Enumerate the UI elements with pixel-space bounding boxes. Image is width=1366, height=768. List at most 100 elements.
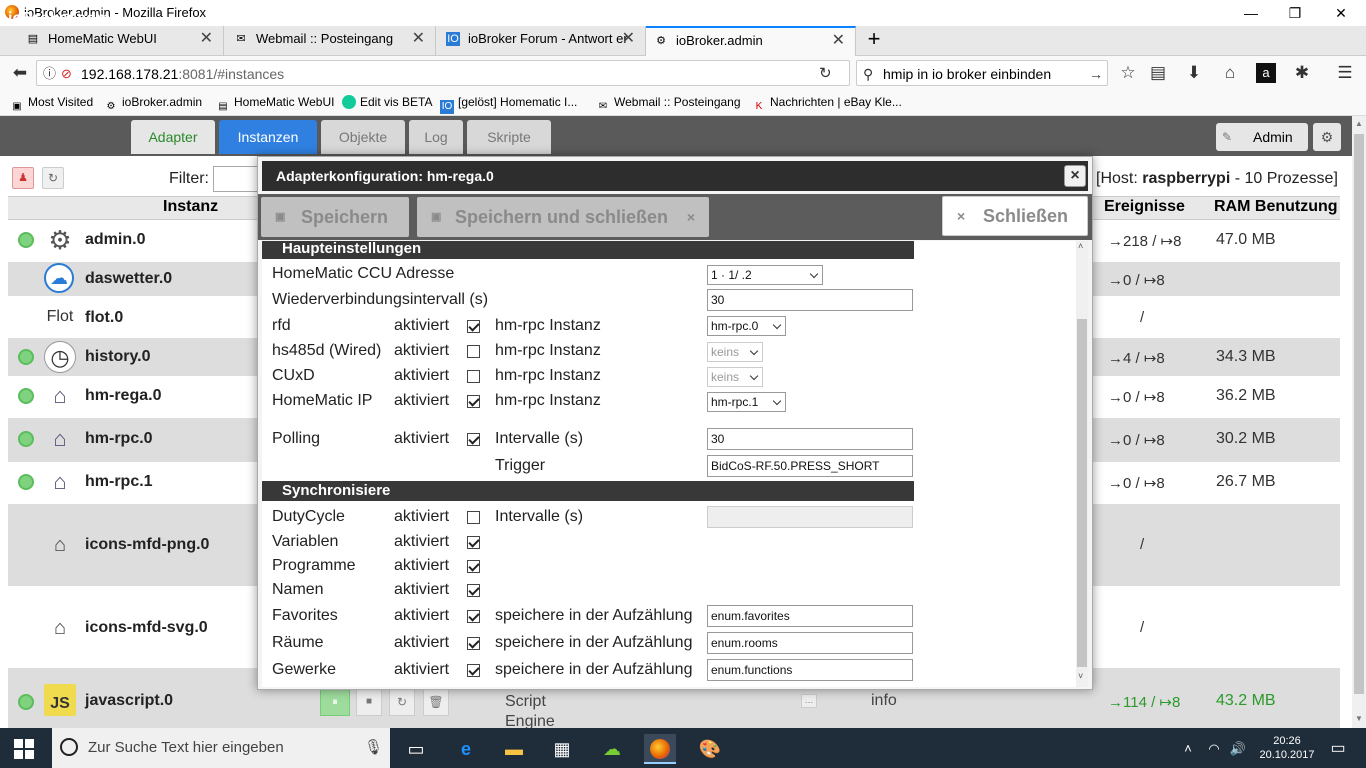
search-bar[interactable]: ⚲ hmip in io broker einbinden → <box>856 60 1108 86</box>
bookmark-most-visited[interactable]: ▣ Most Visited <box>10 95 93 114</box>
windows-start-icon[interactable] <box>14 739 34 759</box>
close-icon[interactable]: × <box>1064 165 1086 187</box>
close-tab-icon[interactable]: ✕ <box>832 28 845 54</box>
homematic-ip-checkbox[interactable] <box>467 395 480 408</box>
download-icon[interactable]: ⬇ <box>1184 63 1204 83</box>
page-icon: ▤ <box>218 101 228 112</box>
volume-icon[interactable]: 🔊 <box>1222 734 1254 764</box>
store-icon[interactable]: ▦ <box>546 734 578 764</box>
filter-input[interactable] <box>213 166 259 192</box>
stop-button[interactable]: ■ <box>356 688 382 716</box>
more-button[interactable]: … <box>801 694 817 708</box>
close-tab-icon[interactable]: ✕ <box>200 26 213 52</box>
tab-iobroker-admin[interactable]: ⚙ ioBroker.admin ✕ <box>646 26 856 56</box>
polling-interval-input[interactable]: 30 <box>707 428 913 450</box>
delete-button[interactable]: 🗑 <box>423 688 449 716</box>
refresh-button[interactable]: ↻ <box>42 167 64 189</box>
restart-button[interactable]: ↻ <box>389 688 415 716</box>
cuxd-checkbox[interactable] <box>467 370 480 383</box>
app-icon[interactable]: ☁ <box>596 734 628 764</box>
reading-list-icon[interactable]: ▤ <box>1148 63 1168 83</box>
programme-checkbox[interactable] <box>467 560 480 573</box>
edge-icon[interactable]: e <box>450 734 482 764</box>
minimize-button[interactable]: — <box>1236 3 1266 23</box>
gewerke-checkbox[interactable] <box>467 664 480 677</box>
new-tab-icon[interactable]: + <box>862 26 886 54</box>
tab-homematic[interactable]: ▤ HomeMatic WebUI ✕ <box>2 26 224 56</box>
search-icon <box>60 738 78 756</box>
paint-icon[interactable]: 🎨 <box>694 734 726 764</box>
admin-user-button[interactable]: ✎ Admin <box>1216 123 1308 151</box>
tab-skripte[interactable]: Skripte <box>467 120 551 154</box>
instance-title: Script Engine <box>505 693 555 730</box>
bookmark-star-icon[interactable]: ☆ <box>1118 63 1138 83</box>
dialog-scrollbar[interactable]: ˄ ˅ <box>1076 241 1088 687</box>
close-tab-icon[interactable]: ✕ <box>622 26 635 52</box>
bookmark-homematic[interactable]: ▤ HomeMatic WebUI <box>216 95 334 114</box>
extension-icon[interactable]: ✱ <box>1292 63 1312 83</box>
info-icon[interactable]: ⓘ <box>43 64 56 84</box>
polling-checkbox[interactable] <box>467 433 480 446</box>
microphone-icon[interactable]: 🎙 <box>364 728 383 768</box>
close-window-button[interactable]: ✕ <box>1326 3 1356 23</box>
amazon-icon[interactable]: a <box>1256 63 1276 83</box>
status-led <box>18 694 34 710</box>
favorites-input[interactable]: enum.favorites <box>707 605 913 627</box>
raeume-checkbox[interactable] <box>467 637 480 650</box>
instance-events: →0 / ↦8 <box>1108 389 1165 406</box>
pause-button[interactable]: ⏸ <box>320 688 350 716</box>
firefox-taskbar-icon[interactable] <box>644 734 676 764</box>
task-view-icon[interactable]: ▭ <box>400 734 432 764</box>
close-tab-icon[interactable]: ✕ <box>412 26 425 52</box>
taskbar-search-input[interactable]: Zur Suche Text hier eingeben 🎙 <box>52 728 390 768</box>
tab-instanzen[interactable]: Instanzen <box>219 120 317 154</box>
tab-objekte[interactable]: Objekte <box>321 120 405 154</box>
tab-forum[interactable]: IO ioBroker Forum - Antwort er ✕ <box>436 26 646 56</box>
trigger-input[interactable]: BidCoS-RF.50.PRESS_SHORT <box>707 455 913 477</box>
namen-label: Namen <box>272 581 324 598</box>
favorites-checkbox[interactable] <box>467 610 480 623</box>
bookmark-iobroker-admin[interactable]: ⚙ ioBroker.admin <box>104 95 203 114</box>
bookmark-gelost[interactable]: IO [gelöst] Homematic I... <box>440 95 577 114</box>
rfd-select[interactable]: hm-rpc.0 <box>707 316 786 336</box>
cuxd-select[interactable]: keins <box>707 367 763 387</box>
dutycycle-checkbox[interactable] <box>467 511 480 524</box>
save-button[interactable]: ▣ Speichern <box>261 197 409 237</box>
gewerke-input[interactable]: enum.functions <box>707 659 913 681</box>
user-filter-button[interactable]: ♟ <box>12 167 34 189</box>
variablen-checkbox[interactable] <box>467 536 480 549</box>
bookmark-edit-vis[interactable]: Edit vis BETA <box>342 95 432 109</box>
pencil-icon: ✎ <box>1222 130 1233 144</box>
rpc-instance-label: hm-rpc Instanz <box>495 317 601 334</box>
notifications-icon[interactable]: ▭ <box>1322 734 1354 764</box>
namen-checkbox[interactable] <box>467 584 480 597</box>
back-icon[interactable]: ⬅ <box>8 63 32 83</box>
tab-log[interactable]: Log <box>409 120 463 154</box>
homematic-ip-select[interactable]: hm-rpc.1 <box>707 392 786 412</box>
bookmark-webmail[interactable]: ✉ Webmail :: Posteingang <box>596 95 741 114</box>
close-button[interactable]: × Schließen <box>942 196 1088 236</box>
hs485d-checkbox[interactable] <box>467 345 480 358</box>
save-and-close-button[interactable]: ▣ Speichern und schließen × <box>417 197 709 237</box>
go-arrow-icon[interactable]: → <box>1089 64 1103 84</box>
windows-taskbar: Zur Suche Text hier eingeben 🎙 ▭ e ▬ ▦ ☁… <box>0 728 1366 768</box>
tab-adapter[interactable]: Adapter <box>131 120 215 154</box>
home-icon[interactable]: ⌂ <box>1220 63 1240 83</box>
rfd-checkbox[interactable] <box>467 320 480 333</box>
reconnect-input[interactable]: 30 <box>707 289 913 311</box>
file-explorer-icon[interactable]: ▬ <box>498 734 530 764</box>
ccu-address-select[interactable]: 1 · 1/ .2 <box>707 265 823 285</box>
dutycycle-interval-input[interactable] <box>707 506 913 528</box>
bookmark-ebay[interactable]: K Nachrichten | eBay Kle... <box>752 95 902 114</box>
hs485d-select[interactable]: keins <box>707 342 763 362</box>
restore-button[interactable]: ❐ <box>1280 3 1310 23</box>
reload-icon[interactable]: ↻ <box>819 64 832 84</box>
settings-gear-button[interactable]: ⚙ <box>1313 123 1341 151</box>
tab-webmail[interactable]: ✉ Webmail :: Posteingang ✕ <box>224 26 436 56</box>
system-clock[interactable]: 20:26 20.10.2017 <box>1252 734 1322 762</box>
activated-label: aktiviert <box>394 508 450 525</box>
url-bar[interactable]: ⓘ ⊘ 192.168.178.21:8081/#instances ↻ <box>36 60 850 86</box>
menu-icon[interactable]: ☰ <box>1334 63 1356 83</box>
raeume-input[interactable]: enum.rooms <box>707 632 913 654</box>
page-scrollbar[interactable]: ▲ ▼ <box>1352 116 1366 728</box>
